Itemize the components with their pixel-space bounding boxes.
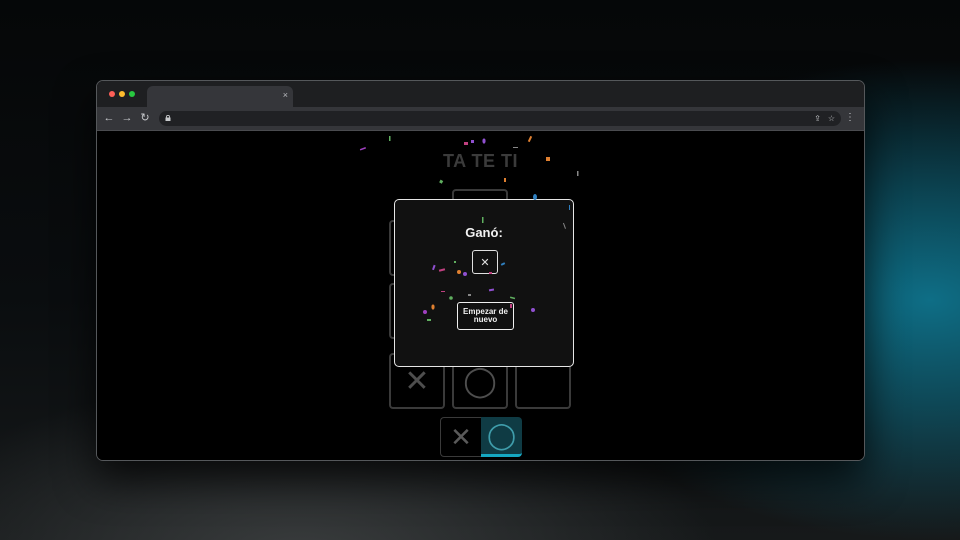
tab-close-icon[interactable]: × [283,89,288,101]
confetti-piece [359,147,366,151]
confetti-piece [527,135,533,143]
lock-icon [165,115,171,121]
address-bar[interactable]: ⇪ ☆ [159,111,841,126]
browser-toolbar: ← → ↻ ⇪ ☆ ⋮ [97,107,864,131]
confetti-piece [504,178,506,182]
confetti-piece [513,147,518,148]
maximize-window-button[interactable] [129,91,135,97]
turn-x-indicator: ✕ [440,417,481,457]
turn-o-indicator: ◯ [481,417,522,457]
confetti-piece [471,140,474,143]
confetti-piece [389,136,391,141]
confetti-piece [439,179,444,184]
share-icon[interactable]: ⇪ [814,113,821,124]
reload-icon[interactable]: ↻ [139,111,151,125]
confetti-piece [482,138,486,144]
page-viewport: TA TE TI ✕ ◯ ✕ ◯ Ganó: ✕ Empezar de nuev… [97,131,864,460]
restart-button[interactable]: Empezar de nuevo [457,302,514,330]
winner-symbol: ✕ [472,250,498,274]
browser-window: × ← → ↻ ⇪ ☆ ⋮ TA TE TI ✕ ◯ ✕ ◯ Ganó: ✕ E… [96,80,865,461]
forward-arrow-icon[interactable]: → [121,111,133,125]
modal-title: Ganó: [465,225,503,240]
confetti-piece [464,142,468,145]
close-window-button[interactable] [109,91,115,97]
bookmark-star-icon[interactable]: ☆ [828,113,835,124]
page-title: TA TE TI [443,151,518,171]
browser-menu-icon[interactable]: ⋮ [845,112,855,124]
turn-indicator: ✕ ◯ [440,417,522,457]
minimize-window-button[interactable] [119,91,125,97]
winner-modal: Ganó: ✕ Empezar de nuevo [394,199,574,367]
title-bar: × [97,81,864,107]
browser-tab[interactable]: × [147,86,293,107]
back-arrow-icon[interactable]: ← [103,111,115,125]
